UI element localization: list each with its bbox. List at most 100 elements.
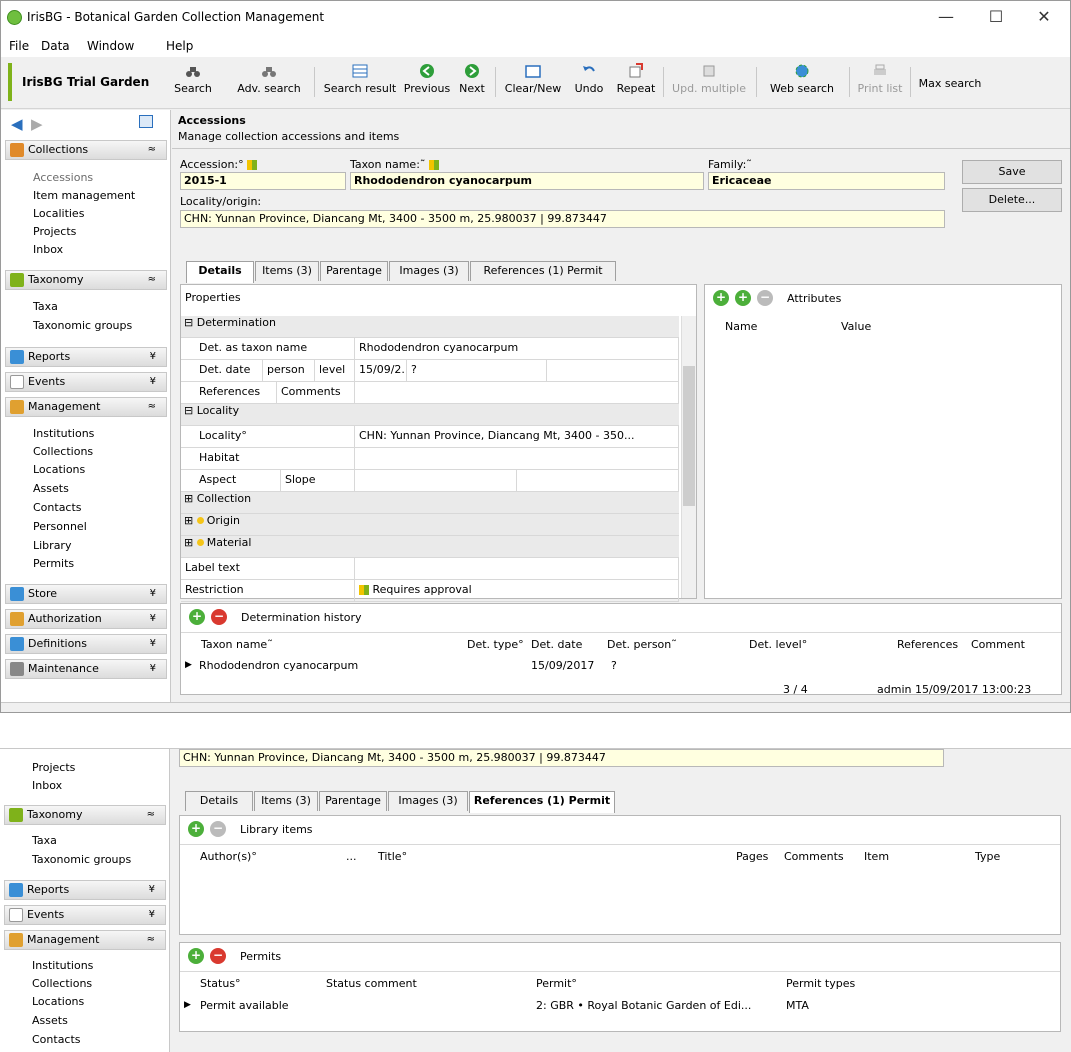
habitat-value[interactable] — [355, 448, 679, 469]
remove-icon[interactable]: − — [757, 290, 773, 306]
nav-management[interactable]: Management ≈ — [5, 397, 167, 417]
nav-institutions[interactable]: Institutions — [33, 427, 94, 440]
col-det-date[interactable]: Det. date — [531, 638, 582, 651]
row-det-date[interactable]: Det. date person level 15/09/2... ? — [181, 360, 679, 382]
menu-help[interactable]: Help — [166, 39, 193, 53]
add-attribute-icon[interactable]: + — [713, 290, 729, 306]
col-references[interactable]: References — [897, 638, 958, 651]
adv-search-button[interactable]: Adv. search — [233, 63, 305, 105]
nav-store[interactable]: Store ¥ — [5, 584, 167, 604]
nav-contacts[interactable]: Contacts — [32, 1033, 81, 1046]
panel-menu-icon[interactable] — [139, 115, 153, 128]
remove-icon[interactable]: − — [210, 821, 226, 837]
nav-locations[interactable]: Locations — [33, 463, 85, 476]
nav-inbox[interactable]: Inbox — [32, 779, 62, 792]
tab-parentage[interactable]: Parentage — [320, 261, 388, 281]
undo-button[interactable]: Undo — [566, 63, 612, 105]
col-item[interactable]: Item — [864, 850, 889, 863]
col-det-type[interactable]: Det. type° — [467, 638, 524, 651]
tab-images[interactable]: Images (3) — [388, 791, 468, 811]
next-button[interactable]: Next — [456, 63, 488, 105]
nav-projects[interactable]: Projects — [33, 225, 76, 238]
locality-field[interactable]: CHN: Yunnan Province, Diancang Mt, 3400 … — [180, 210, 945, 228]
nav-taxa[interactable]: Taxa — [33, 300, 58, 313]
nav-reports[interactable]: Reports ¥ — [4, 880, 166, 900]
col-permit-types[interactable]: Permit types — [786, 977, 855, 990]
cat-collection[interactable]: ⊞ Collection — [181, 492, 679, 514]
close-button[interactable]: ✕ — [1021, 1, 1067, 33]
slope-value[interactable] — [517, 470, 679, 491]
web-search-button[interactable]: Web search — [762, 63, 842, 105]
row-habitat[interactable]: Habitat — [181, 448, 679, 470]
nav-events[interactable]: Events ¥ — [4, 905, 166, 925]
properties-scrollbar[interactable] — [681, 316, 696, 598]
col-det-person[interactable]: Det. person˜ — [607, 638, 677, 651]
col-ellipsis[interactable]: ... — [346, 850, 357, 863]
minimize-button[interactable]: — — [923, 1, 969, 33]
row-locality[interactable]: Locality° CHN: Yunnan Province, Diancang… — [181, 426, 679, 448]
nav-taxonomy[interactable]: Taxonomy ≈ — [5, 270, 167, 290]
delete-button[interactable]: Delete... — [962, 188, 1062, 212]
nav-permits[interactable]: Permits — [33, 557, 74, 570]
nav-collections-mgmt[interactable]: Collections — [33, 445, 93, 458]
nav-maintenance[interactable]: Maintenance ¥ — [5, 659, 167, 679]
history-person[interactable]: ? — [611, 659, 617, 672]
tab-items[interactable]: Items (3) — [254, 791, 318, 811]
nav-taxonomic-groups[interactable]: Taxonomic groups — [32, 853, 131, 866]
tab-references-permit[interactable]: References (1) Permit — [470, 261, 616, 281]
nav-reports[interactable]: Reports ¥ — [5, 347, 167, 367]
cat-determination[interactable]: ⊟ Determination — [181, 316, 679, 338]
add-icon[interactable]: + — [188, 948, 204, 964]
accession-field[interactable]: 2015-1 — [180, 172, 346, 190]
add-icon[interactable]: + — [735, 290, 751, 306]
nav-collections[interactable]: Collections ≈ — [5, 140, 167, 160]
nav-contacts[interactable]: Contacts — [33, 501, 82, 514]
repeat-button[interactable]: Repeat — [613, 63, 659, 105]
nav-localities[interactable]: Localities — [33, 207, 84, 220]
row-det-taxon[interactable]: Det. as taxon name Rhododendron cyanocar… — [181, 338, 679, 360]
aspect-value[interactable] — [355, 470, 517, 491]
nav-taxonomic-groups[interactable]: Taxonomic groups — [33, 319, 132, 332]
col-comments[interactable]: Comments — [784, 850, 844, 863]
nav-assets[interactable]: Assets — [33, 482, 69, 495]
row-restriction[interactable]: Restriction Requires approval — [181, 580, 679, 602]
tab-parentage[interactable]: Parentage — [319, 791, 387, 811]
menu-window[interactable]: Window — [87, 39, 134, 53]
row-label-text[interactable]: Label text — [181, 558, 679, 580]
row-references[interactable]: References Comments — [181, 382, 679, 404]
col-status-comment[interactable]: Status comment — [326, 977, 417, 990]
nav-inbox[interactable]: Inbox — [33, 243, 63, 256]
col-status[interactable]: Status° — [200, 977, 241, 990]
garden-name[interactable]: IrisBG Trial Garden — [8, 63, 168, 101]
permit-value[interactable]: 2: GBR • Royal Botanic Garden of Edi... — [536, 999, 751, 1012]
nav-item-management[interactable]: Item management — [33, 189, 135, 202]
cat-origin[interactable]: ⊞ Origin — [181, 514, 679, 536]
permit-status[interactable]: Permit available — [200, 999, 289, 1012]
permit-types-value[interactable]: MTA — [786, 999, 809, 1012]
remove-icon[interactable]: − — [210, 948, 226, 964]
col-permit[interactable]: Permit° — [536, 977, 577, 990]
forward-icon[interactable]: ▶ — [31, 115, 43, 133]
history-date[interactable]: 15/09/2017 — [531, 659, 594, 672]
tab-details[interactable]: Details — [185, 791, 253, 811]
upd-multiple-button[interactable]: Upd. multiple — [667, 63, 751, 105]
back-icon[interactable]: ◀ — [11, 115, 23, 133]
nav-personnel[interactable]: Personnel — [33, 520, 87, 533]
previous-button[interactable]: Previous — [401, 63, 453, 105]
nav-institutions[interactable]: Institutions — [32, 959, 93, 972]
maximize-button[interactable]: ☐ — [973, 1, 1019, 33]
history-taxon[interactable]: Rhododendron cyanocarpum — [199, 659, 358, 672]
label-text-value[interactable] — [355, 558, 679, 579]
tab-details[interactable]: Details — [186, 261, 254, 283]
nav-definitions[interactable]: Definitions ¥ — [5, 634, 167, 654]
locality-prop-value[interactable]: CHN: Yunnan Province, Diancang Mt, 3400 … — [355, 426, 679, 447]
nav-events[interactable]: Events ¥ — [5, 372, 167, 392]
add-icon[interactable]: + — [188, 821, 204, 837]
nav-library[interactable]: Library — [33, 539, 71, 552]
tab-images[interactable]: Images (3) — [389, 261, 469, 281]
col-comment[interactable]: Comment — [971, 638, 1025, 651]
col-value[interactable]: Value — [841, 320, 871, 333]
col-title[interactable]: Title° — [378, 850, 407, 863]
col-det-level[interactable]: Det. level° — [749, 638, 807, 651]
tab-references-permit[interactable]: References (1) Permit — [469, 791, 615, 813]
